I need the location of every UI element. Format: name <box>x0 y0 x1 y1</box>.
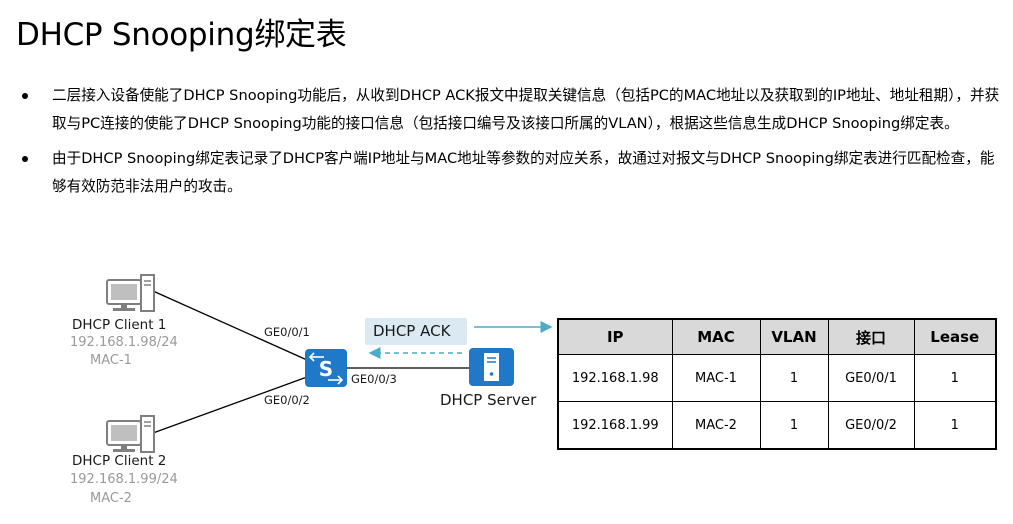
client2-mac: MAC-2 <box>90 491 132 506</box>
switch-label: S <box>319 357 333 381</box>
cell-interface: GE0/0/1 <box>827 354 915 402</box>
cell-interface: GE0/0/2 <box>827 401 915 450</box>
column-header-ip: IP <box>557 318 673 355</box>
cell-mac: MAC-2 <box>671 401 761 450</box>
column-header-interface: 接口 <box>827 318 915 355</box>
table-header-row: IP MAC VLAN 接口 Lease <box>557 318 997 355</box>
client2-ip: 192.168.1.99/24 <box>70 472 178 487</box>
switch-icon: S <box>305 349 347 387</box>
cell-lease: 1 <box>913 401 997 450</box>
port-label-ge0-0-2: GE0/0/2 <box>264 393 310 407</box>
pc-icon <box>106 274 155 312</box>
cell-ip: 192.168.1.98 <box>557 354 673 402</box>
dhcp-ack-label: DHCP ACK <box>373 322 451 340</box>
cell-ip: 192.168.1.99 <box>557 401 673 450</box>
port-label-ge0-0-1: GE0/0/1 <box>264 325 310 339</box>
column-header-lease: Lease <box>913 318 997 355</box>
binding-table: IP MAC VLAN 接口 Lease 192.168.1.98 MAC-1 … <box>557 318 997 450</box>
server-icon <box>469 348 514 386</box>
table-row: 192.168.1.99 MAC-2 1 GE0/0/2 1 <box>557 401 997 450</box>
cell-vlan: 1 <box>759 354 829 402</box>
client1-ip: 192.168.1.98/24 <box>70 335 178 350</box>
port-label-ge0-0-3: GE0/0/3 <box>351 372 397 386</box>
dhcp-ack-box: DHCP ACK <box>365 318 467 345</box>
cell-lease: 1 <box>913 354 997 402</box>
pc-icon <box>106 415 155 453</box>
dhcp-server-label: DHCP Server <box>440 391 537 409</box>
cell-mac: MAC-1 <box>671 354 761 402</box>
client1-name: DHCP Client 1 <box>72 317 167 333</box>
table-row: 192.168.1.98 MAC-1 1 GE0/0/1 1 <box>557 354 997 402</box>
column-header-vlan: VLAN <box>759 318 829 355</box>
cell-vlan: 1 <box>759 401 829 450</box>
client2-name: DHCP Client 2 <box>72 453 167 469</box>
client1-mac: MAC-1 <box>90 353 132 368</box>
column-header-mac: MAC <box>671 318 761 355</box>
